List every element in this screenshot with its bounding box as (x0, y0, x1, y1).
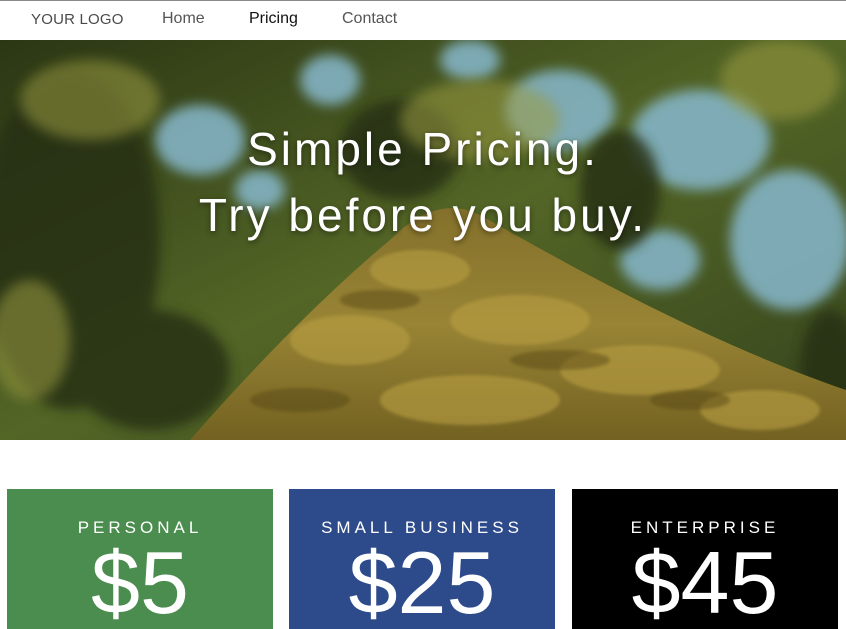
nav-link-contact[interactable]: Contact (342, 10, 397, 28)
hero-title-line-2: Try before you buy. (198, 189, 648, 241)
hero-banner: Simple Pricing. Try before you buy. (0, 40, 846, 440)
nav-link-home[interactable]: Home (162, 10, 205, 28)
pricing-card-enterprise[interactable]: ENTERPRISE $45 (572, 489, 838, 629)
logo[interactable]: YOUR LOGO (31, 11, 124, 28)
nav-link-pricing[interactable]: Pricing (249, 10, 298, 28)
pricing-card-small-business[interactable]: SMALL BUSINESS $25 (289, 489, 555, 629)
hero-title-line-1: Simple Pricing. (247, 123, 599, 175)
top-navbar: YOUR LOGO Home Pricing Contact (0, 0, 846, 40)
pricing-card-personal[interactable]: PERSONAL $5 (7, 489, 273, 629)
